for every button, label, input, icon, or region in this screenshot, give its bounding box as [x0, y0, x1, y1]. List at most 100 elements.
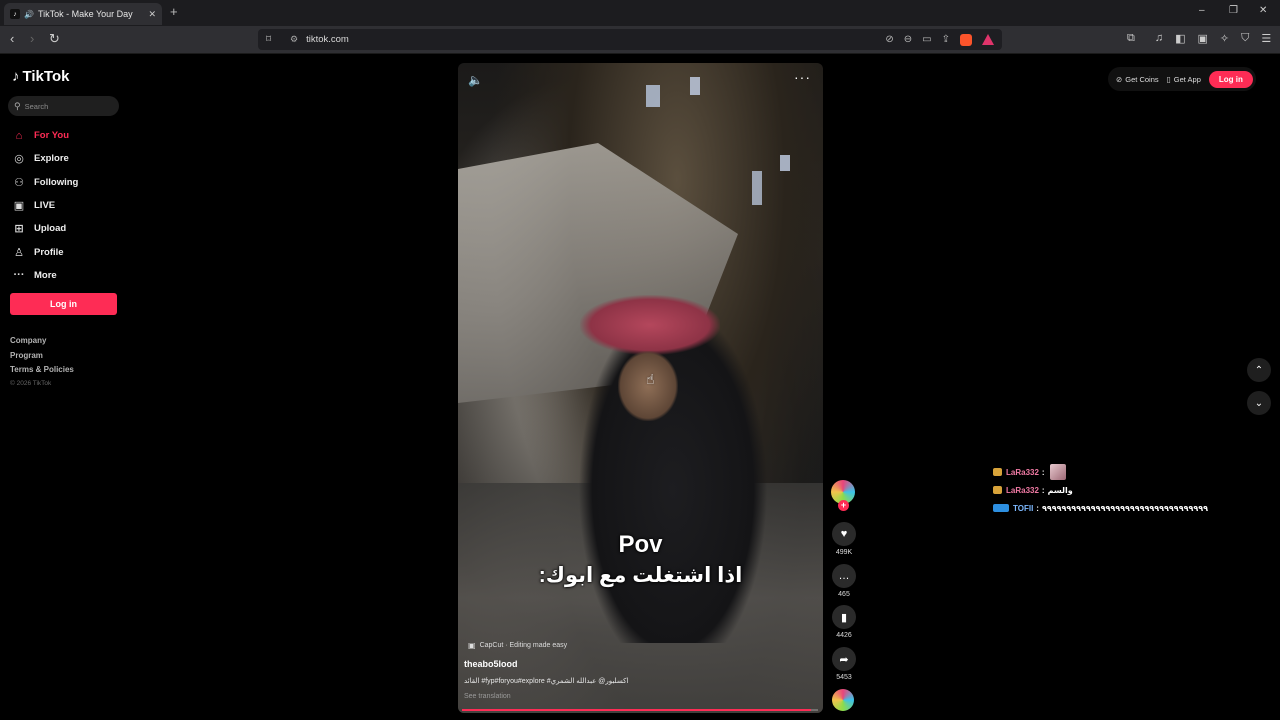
home-icon: ⌂: [15, 129, 23, 142]
cast-icon[interactable]: ▭: [922, 34, 931, 45]
fan-badge-icon: [993, 468, 1002, 476]
search-placeholder: Search: [24, 101, 49, 111]
sidebar-item-for-you[interactable]: ⌂ For You: [12, 124, 78, 147]
brave-rewards-icon[interactable]: [982, 34, 994, 45]
comment-separator: :: [1041, 485, 1045, 495]
get-coins-label: Get Coins: [1125, 74, 1159, 84]
media-icon[interactable]: ♫: [1155, 32, 1163, 45]
fan-badge-icon: [993, 486, 1002, 494]
follow-plus-icon[interactable]: +: [838, 500, 849, 511]
sidebar-item-upload[interactable]: ⊞ Upload: [12, 217, 78, 240]
tab-close-icon[interactable]: ✕: [148, 9, 156, 20]
comment-message: ٩٩٩٩٩٩٩٩٩٩٩٩٩٩٩٩٩٩٩٩٩٩٩٩٩٩٩٩٩٩٩٩٩٩: [1041, 503, 1208, 513]
browser-tab[interactable]: ♪ 🔊 TikTok - Make Your Day ✕: [4, 3, 162, 25]
footer-link-company[interactable]: Company: [10, 336, 74, 351]
video-overlay-subtitle: اذا اشتغلت مع ابوك:: [538, 564, 743, 587]
comment-item: LaRa332 :: [993, 463, 1208, 481]
close-window-button[interactable]: ✕: [1259, 5, 1267, 16]
sidebar-item-label: LIVE: [34, 200, 56, 212]
forward-icon[interactable]: ›: [30, 32, 34, 46]
volume-icon[interactable]: 🔈: [468, 73, 483, 87]
sidebar-item-label: Upload: [34, 223, 67, 235]
creator-avatar[interactable]: +: [831, 480, 855, 511]
next-video-button[interactable]: ⌄: [1247, 391, 1271, 415]
video-username[interactable]: theabo5lood: [464, 659, 518, 669]
comment-item: TOFII : ٩٩٩٩٩٩٩٩٩٩٩٩٩٩٩٩٩٩٩٩٩٩٩٩٩٩٩٩٩٩٩٩…: [993, 499, 1208, 517]
like-action[interactable]: ♥ 499K: [831, 522, 857, 556]
tab-audio-icon[interactable]: 🔊: [24, 10, 34, 19]
comment-count: 465: [838, 591, 850, 598]
reload-icon[interactable]: ↻: [49, 32, 60, 46]
chevron-down-icon: ⌄: [1254, 397, 1264, 409]
vpn-icon[interactable]: ⛉: [1241, 32, 1249, 45]
get-coins-button[interactable]: ⊘ Get Coins: [1116, 75, 1159, 84]
heart-icon[interactable]: ♥: [832, 522, 856, 546]
address-bar[interactable]: ⌑ ⚙ tiktok.com ⊘ ⊖ ▭ ⇪: [258, 29, 1002, 50]
header-login-button[interactable]: Log in: [1208, 70, 1253, 88]
mouse-cursor-icon: ☝: [646, 371, 655, 387]
sidebar-item-explore[interactable]: ◎ Explore: [12, 147, 78, 170]
copyright: © 2026 TikTok: [10, 379, 52, 387]
see-translation-link[interactable]: See translation: [464, 693, 511, 700]
sidebar-item-profile[interactable]: ♙ Profile: [12, 240, 78, 263]
share-arrow-icon[interactable]: ➦: [832, 647, 856, 671]
previous-video-button[interactable]: ⌃: [1247, 358, 1271, 382]
sidebar-item-following[interactable]: ⚇ Following: [12, 171, 78, 194]
comment-author[interactable]: LaRa332: [1006, 468, 1039, 477]
sidebar-login-button[interactable]: Log in: [10, 293, 117, 315]
comment-author[interactable]: LaRa332: [1006, 486, 1039, 495]
video-progress-bar[interactable]: [462, 709, 818, 711]
footer-link-terms[interactable]: Terms & Policies: [10, 365, 74, 380]
comment-author[interactable]: TOFII: [1013, 504, 1033, 513]
menu-icon[interactable]: ☰: [1261, 32, 1271, 45]
minimize-button[interactable]: –: [1199, 5, 1205, 16]
video-more-icon[interactable]: ···: [794, 69, 811, 85]
browser-toolbar: ‹ › ↻ ⌑ ⚙ tiktok.com ⊘ ⊖ ▭ ⇪ ⧉ ♫ ◧ ▣ ✧ ⛉…: [0, 26, 1280, 54]
sidebar-item-label: Explore: [34, 153, 69, 165]
music-disc-icon[interactable]: [832, 689, 854, 711]
user-follow-icon: ⚇: [14, 176, 24, 189]
like-count: 499K: [835, 549, 853, 556]
wallet-icon[interactable]: ▣: [1198, 32, 1208, 45]
zoom-icon[interactable]: ⊖: [904, 34, 912, 45]
search-icon: ⚲: [14, 100, 21, 111]
video-player[interactable]: 🔈 ··· Pov اذا اشتغلت مع ابوك: ▣ CapCut ·…: [458, 63, 823, 713]
sidebar-toggle-icon[interactable]: ◧: [1175, 32, 1185, 45]
phone-icon: ▯: [1166, 74, 1171, 84]
site-info-icon[interactable]: ⚙: [290, 34, 298, 45]
sidebar-item-live[interactable]: ▣ LIVE: [12, 194, 78, 217]
bookmark-icon[interactable]: ▮: [832, 605, 856, 629]
comment-icon[interactable]: …: [832, 564, 856, 588]
new-tab-button[interactable]: +: [170, 4, 178, 19]
comment-item: LaRa332 : والسم: [993, 481, 1208, 499]
coin-icon: ⊘: [1116, 74, 1123, 84]
tiktok-note-icon: ♪: [12, 68, 20, 85]
comment-separator: :: [1036, 503, 1039, 513]
profile-icon: ♙: [14, 246, 24, 259]
level-badge-icon: [993, 504, 1009, 512]
screenshot-icon[interactable]: ⧉: [1127, 32, 1135, 45]
footer-link-program[interactable]: Program: [10, 351, 74, 366]
save-action[interactable]: ▮ 4426: [831, 605, 857, 639]
tiktok-logo[interactable]: ♪ TikTok: [12, 68, 69, 85]
logo-text: TikTok: [22, 68, 70, 85]
url-text[interactable]: tiktok.com: [306, 34, 349, 45]
bookmark-icon[interactable]: ⌑: [266, 34, 278, 45]
share-action[interactable]: ➦ 5453: [831, 647, 857, 681]
comment-action[interactable]: … 465: [831, 564, 857, 598]
save-count: 4426: [836, 632, 852, 639]
capcut-icon: ▣: [468, 641, 476, 650]
tab-title: TikTok - Make Your Day: [37, 9, 133, 19]
share-icon[interactable]: ⇪: [942, 34, 950, 45]
video-overlay-title: Pov: [618, 531, 663, 558]
brave-shield-icon[interactable]: [960, 33, 972, 46]
leo-ai-icon[interactable]: ✧: [1220, 32, 1229, 45]
comment-message: والسم: [1047, 485, 1073, 495]
maximize-button[interactable]: ❐: [1229, 5, 1238, 16]
search-input[interactable]: ⚲ Search: [8, 96, 119, 116]
translate-icon[interactable]: ⊘: [885, 34, 893, 45]
capcut-tag[interactable]: ▣ CapCut · Editing made easy: [468, 641, 567, 650]
get-app-button[interactable]: ▯ Get App: [1167, 75, 1201, 84]
back-icon[interactable]: ‹: [10, 32, 14, 46]
sidebar-item-more[interactable]: ··· More: [12, 264, 78, 287]
